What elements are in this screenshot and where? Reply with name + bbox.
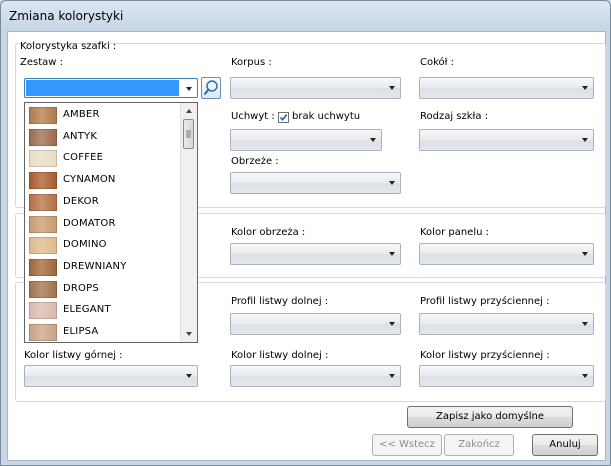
cancel-button[interactable]: Anuluj [532, 434, 598, 456]
kolor-obrzeza-combobox[interactable] [230, 243, 401, 265]
list-item[interactable]: ELEGANT [27, 299, 179, 321]
chevron-down-icon [389, 322, 395, 326]
kolor-listwy-gornej-label: Kolor listwy górnej : [24, 350, 123, 361]
profil-listwy-dolnej-label: Profil listwy dolnej : [231, 296, 329, 307]
list-item[interactable]: DOMINO [27, 234, 179, 256]
chevron-down-icon [370, 138, 376, 142]
magnifier-icon [203, 80, 218, 96]
wood-swatch-icon [29, 280, 57, 298]
kolor-listwy-dolnej-combobox[interactable] [230, 365, 401, 387]
back-button[interactable]: << Wstecz [372, 434, 442, 456]
chevron-down-icon [389, 252, 395, 256]
scroll-thumb[interactable] [183, 119, 194, 149]
chevron-down-icon [582, 322, 588, 326]
profil-listwy-przysciennej-combobox[interactable] [419, 313, 594, 335]
list-item[interactable]: AMBER [27, 104, 179, 126]
chevron-down-icon [186, 374, 192, 378]
search-button[interactable] [201, 77, 221, 99]
list-item-label: DROPS [63, 282, 99, 294]
profil-listwy-przysciennej-label: Profil listwy przyściennej : [420, 296, 550, 307]
cokol-combobox[interactable] [419, 77, 594, 99]
list-item-label: CYNAMON [63, 174, 116, 186]
rodzaj-szkla-label: Rodzaj szkła : [420, 111, 489, 122]
save-default-button[interactable]: Zapisz jako domyślne [407, 406, 573, 428]
list-item-label: DEKOR [63, 195, 99, 207]
wood-swatch-icon [29, 258, 57, 276]
cokol-label: Cokół : [420, 57, 455, 68]
zestaw-combobox[interactable] [24, 78, 198, 98]
list-item[interactable]: CYNAMON [27, 169, 179, 191]
list-item-label: AMBER [63, 109, 100, 120]
chevron-down-icon [582, 252, 588, 256]
group-label-main: Kolorystyka szafki : [20, 41, 117, 52]
kolor-listwy-gornej-combobox[interactable] [24, 365, 198, 387]
korpus-combobox[interactable] [230, 77, 401, 99]
dialog-window: Zmiana kolorystyki Kolorystyka szafki : … [0, 0, 611, 466]
brak-uchwytu-label[interactable]: brak uchwytu [292, 111, 360, 122]
zestaw-label: Zestaw : [20, 57, 63, 68]
scroll-up-button[interactable] [181, 103, 197, 119]
list-item-label: DREWNIANY [63, 260, 127, 272]
wood-swatch-icon [29, 302, 57, 320]
kolor-obrzeza-label: Kolor obrzeża : [231, 227, 306, 238]
korpus-label: Korpus : [231, 57, 272, 68]
kolor-panelu-label: Kolor panelu : [420, 227, 489, 238]
wood-swatch-icon [29, 237, 57, 255]
obrzeze-label: Obrzeże : [231, 156, 279, 167]
uchwyt-combobox[interactable] [230, 129, 382, 151]
grip-icon [186, 130, 191, 138]
list-item-label: ANTYK [63, 130, 98, 142]
wood-swatch-icon [29, 324, 57, 341]
list-item[interactable]: ELIPSA [27, 321, 179, 342]
wood-swatch-icon [29, 107, 57, 124]
chevron-down-icon [389, 86, 395, 90]
kolor-listwy-dolnej-label: Kolor listwy dolnej : [231, 350, 329, 361]
zestaw-selection-highlight [26, 80, 179, 96]
list-item-label: DOMATOR [63, 217, 116, 229]
wood-swatch-icon [29, 150, 57, 168]
checkmark-icon [279, 114, 288, 122]
uchwyt-label: Uchwyt : [231, 111, 275, 122]
kolor-listwy-przysciennej-combobox[interactable] [419, 365, 594, 387]
zestaw-dropdown-list[interactable]: AMBER ANTYK COFFEE CYNAMON DEKOR DOMATOR DOMIN… [24, 102, 198, 343]
rodzaj-szkla-combobox[interactable] [419, 129, 594, 151]
chevron-down-icon [582, 374, 588, 378]
list-item-label: COFFEE [63, 152, 104, 164]
dropdown-scrollbar[interactable] [180, 103, 197, 342]
kolor-listwy-przysciennej-label: Kolor listwy przyściennej : [420, 350, 550, 361]
chevron-down-icon [186, 87, 192, 91]
list-item[interactable]: DREWNIANY [27, 256, 179, 278]
scroll-down-arrow-icon [186, 332, 192, 336]
wood-swatch-icon [29, 193, 57, 211]
list-item-label: ELEGANT [63, 304, 111, 316]
chevron-down-icon [389, 374, 395, 378]
list-item[interactable]: COFFEE [27, 147, 179, 169]
list-item-label: ELIPSA [63, 326, 99, 337]
chevron-down-icon [582, 138, 588, 142]
list-item[interactable]: DEKOR [27, 191, 179, 213]
list-item[interactable]: DROPS [27, 278, 179, 300]
list-item-label: DOMINO [63, 239, 107, 251]
list-item[interactable]: ANTYK [27, 126, 179, 148]
kolor-panelu-combobox[interactable] [419, 243, 594, 265]
scroll-up-arrow-icon [186, 109, 192, 113]
chevron-down-icon [582, 86, 588, 90]
brak-uchwytu-checkbox[interactable] [278, 112, 289, 123]
list-item[interactable]: DOMATOR [27, 213, 179, 235]
wood-swatch-icon [29, 215, 57, 233]
wood-swatch-icon [29, 172, 57, 190]
finish-button[interactable]: Zakończ [444, 434, 514, 456]
window-title: Zmiana kolorystyki [9, 9, 124, 23]
scroll-down-button[interactable] [181, 326, 197, 342]
wood-swatch-icon [29, 128, 57, 146]
chevron-down-icon [389, 181, 395, 185]
profil-listwy-dolnej-combobox[interactable] [230, 313, 401, 335]
obrzeze-combobox[interactable] [230, 172, 401, 194]
